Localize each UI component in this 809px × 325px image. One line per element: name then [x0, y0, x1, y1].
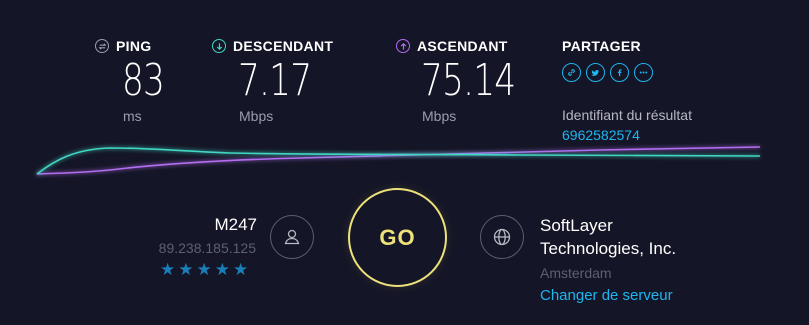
more-icon[interactable]	[634, 63, 653, 82]
star-icon[interactable]: ★	[160, 260, 175, 280]
link-icon[interactable]	[562, 63, 581, 82]
ping-metric: PING	[95, 38, 151, 54]
globe-icon	[480, 215, 524, 259]
star-icon[interactable]: ★	[233, 260, 248, 280]
share-title: PARTAGER	[562, 38, 641, 54]
upload-metric: ASCENDANT	[396, 38, 508, 54]
star-icon[interactable]: ★	[197, 260, 212, 280]
isp-ip: 89.238.185.125	[158, 240, 256, 256]
server-name: SoftLayer Technologies, Inc.	[540, 214, 676, 260]
server-name-line1: SoftLayer	[540, 216, 613, 235]
download-unit: Mbps	[239, 108, 274, 124]
change-server-link[interactable]: Changer de serveur	[540, 287, 673, 304]
twitter-icon[interactable]	[586, 63, 605, 82]
ping-value: 83	[122, 55, 165, 106]
isp-rating[interactable]: ★ ★ ★ ★ ★	[160, 260, 248, 280]
ping-icon	[95, 39, 109, 53]
star-icon[interactable]: ★	[215, 260, 230, 280]
ping-unit: ms	[123, 108, 142, 124]
user-icon	[270, 215, 314, 259]
upload-label: ASCENDANT	[417, 38, 508, 54]
server-location: Amsterdam	[540, 265, 612, 281]
upload-unit: Mbps	[422, 108, 457, 124]
server-name-line2: Technologies, Inc.	[540, 239, 677, 258]
download-arrow-icon	[212, 39, 226, 53]
download-metric: DESCENDANT	[212, 38, 333, 54]
ping-header: PING	[95, 38, 151, 54]
share-icons	[562, 63, 653, 82]
star-icon[interactable]: ★	[178, 260, 193, 280]
upload-value: 75.14	[421, 55, 516, 106]
ping-label: PING	[116, 38, 152, 54]
share-section: PARTAGER	[562, 38, 653, 82]
result-id-label: Identifiant du résultat	[562, 107, 692, 123]
download-label: DESCENDANT	[233, 38, 334, 54]
facebook-icon[interactable]	[610, 63, 629, 82]
download-header: DESCENDANT	[212, 38, 333, 54]
isp-name: M247	[214, 215, 257, 234]
upload-arrow-icon	[396, 39, 410, 53]
download-value: 7.17	[238, 55, 312, 106]
download-graph-line	[36, 147, 761, 175]
upload-header: ASCENDANT	[396, 38, 508, 54]
speed-graph	[36, 146, 761, 175]
go-button[interactable]: GO	[348, 188, 447, 287]
upload-graph-line	[36, 146, 761, 175]
